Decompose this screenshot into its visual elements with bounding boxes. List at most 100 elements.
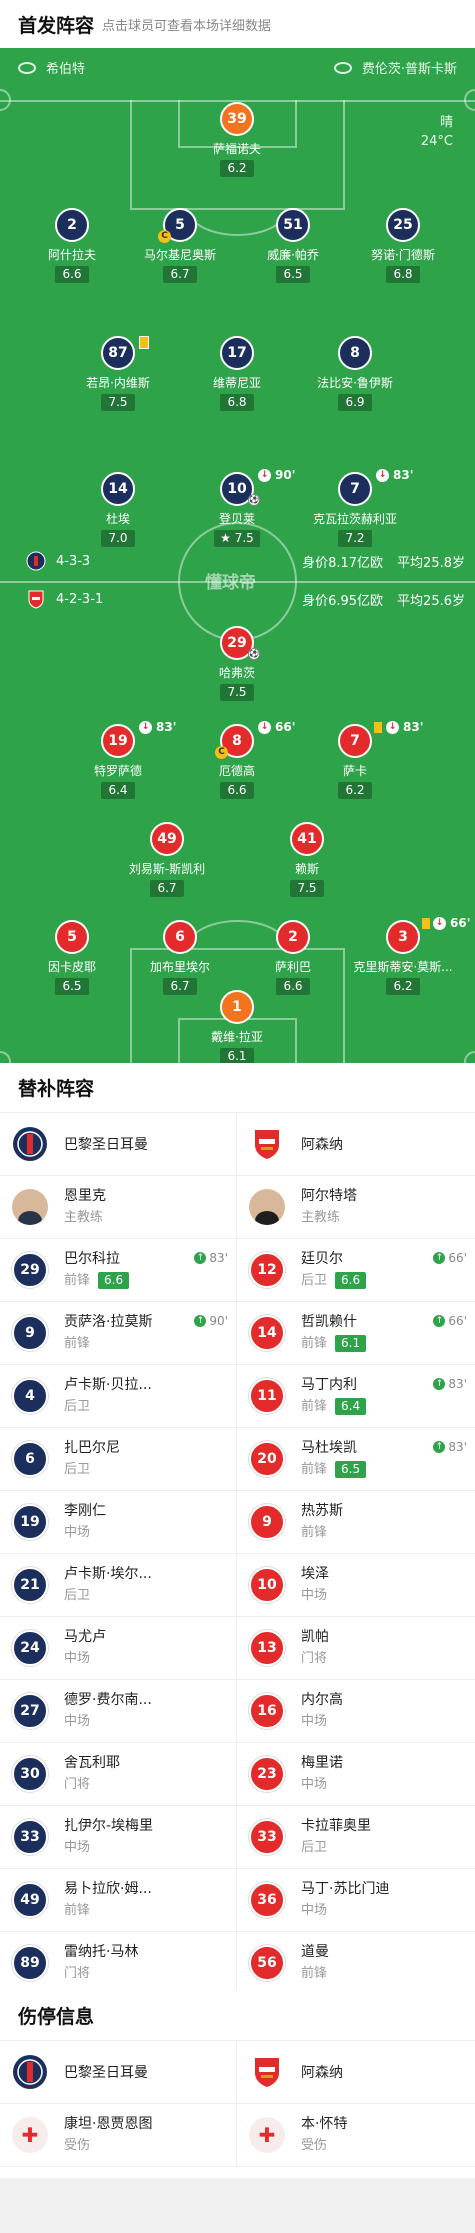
sub-player-row[interactable]: 12 廷贝尔 后卫 6.6 ↑ 66' (237, 1239, 475, 1302)
player-psg[interactable]: 25 努诺·门德斯 6.8 (343, 208, 463, 283)
sub-player-row[interactable]: 33 卡拉菲奥里 后卫 (237, 1806, 475, 1869)
sub-on-icon: ↑ (433, 1378, 446, 1390)
player-position: 中场 (301, 1714, 328, 1729)
jersey-number: 2 (276, 920, 310, 954)
sub-time: 90' (209, 1314, 228, 1328)
player-arsenal[interactable]: 6 加布里埃尔 6.7 (120, 920, 240, 995)
sub-player-row[interactable]: 33 扎伊尔-埃梅里 中场 (0, 1806, 236, 1869)
player-name: 扎巴尔尼 (64, 1440, 120, 1456)
sub-on-marker: ↑ 83' (433, 1377, 467, 1391)
player-name: 登贝莱 (218, 512, 255, 526)
sub-player-row[interactable]: 9 热苏斯 前锋 (237, 1491, 475, 1554)
sub-player-row[interactable]: 19 李刚仁 中场 (0, 1491, 236, 1554)
sub-player-row[interactable]: 4 卢卡斯·贝拉... 后卫 (0, 1365, 236, 1428)
medical-cross-icon: ✚ (12, 2117, 48, 2153)
player-position: 后卫 (64, 1399, 91, 1414)
sub-player-row[interactable]: 30 舍瓦利耶 门将 (0, 1743, 236, 1806)
player-psg-gk[interactable]: 39 萨福诺夫 6.2 (177, 102, 297, 177)
sub-on-icon: ↑ (433, 1441, 446, 1453)
player-rating: 6.5 (276, 266, 310, 283)
sub-player-row[interactable]: 11 马丁内利 前锋 6.4 ↑ 83' (237, 1365, 475, 1428)
player-arsenal[interactable]: 49 刘易斯-斯凯利 6.7 (107, 822, 227, 897)
player-name: 克里斯蒂安·莫斯... (353, 960, 453, 974)
player-psg[interactable]: 17 维蒂尼亚 6.8 (177, 336, 297, 411)
sub-player-row[interactable]: 36 马丁·苏比门迪 中场 (237, 1869, 475, 1932)
sub-player-row[interactable]: 29 巴尔科拉 前锋 6.6 ↑ 83' (0, 1239, 236, 1302)
sub-player-row[interactable]: 56 道曼 前锋 (237, 1932, 475, 1995)
footer-spacer (0, 2178, 475, 2233)
coach-row[interactable]: 阿尔特塔 主教练 (237, 1176, 475, 1239)
yellow-card-icon (422, 917, 430, 929)
player-arsenal[interactable]: 8C ↓ 66' 厄德高 6.6 (177, 720, 297, 799)
medical-cross-icon: ✚ (249, 2117, 285, 2153)
player-name: 马尔基尼奥斯 (143, 248, 216, 262)
injured-player-row[interactable]: ✚ 康坦·恩贾恩图 受伤 (0, 2104, 236, 2167)
team-row-arsenal[interactable]: 阿森纳 (237, 2041, 475, 2104)
jersey-number: 51 (276, 208, 310, 242)
player-psg[interactable]: 14 杜埃 7.0 (58, 472, 178, 547)
sub-player-row[interactable]: 21 卢卡斯·埃尔... 后卫 (0, 1554, 236, 1617)
coach-row[interactable]: 恩里克 主教练 (0, 1176, 236, 1239)
player-rating: 7.5 (290, 880, 324, 897)
sub-player-row[interactable]: 6 扎巴尔尼 后卫 (0, 1428, 236, 1491)
sub-on-marker: ↑ 90' (194, 1314, 228, 1328)
jersey-number: 13 (249, 1630, 285, 1666)
jersey-number: 24 (12, 1630, 48, 1666)
sub-player-row[interactable]: 20 马杜埃凯 前锋 6.5 ↑ 83' (237, 1428, 475, 1491)
player-name: 哈弗茨 (218, 666, 255, 680)
player-rating: 6.6 (55, 266, 89, 283)
player-psg[interactable]: 2 阿什拉夫 6.6 (12, 208, 132, 283)
player-psg[interactable]: 8 法比安·鲁伊斯 6.9 (295, 336, 415, 411)
sub-on-icon: ↑ (194, 1315, 207, 1327)
sub-player-row[interactable]: 27 德罗·费尔南... 中场 (0, 1680, 236, 1743)
player-arsenal[interactable]: 19 ↓ 83' 特罗萨德 6.4 (58, 720, 178, 799)
player-arsenal[interactable]: 41 赖斯 7.5 (247, 822, 367, 897)
home-stats: 身价8.17亿欧 平均25.8岁 (288, 552, 465, 571)
player-psg[interactable]: 5C 马尔基尼奥斯 6.7 (120, 208, 240, 283)
player-arsenal[interactable]: 29 ⚽ 哈弗茨 7.5 (177, 626, 297, 701)
player-arsenal[interactable]: 3 ↓ 66' 克里斯蒂安·莫斯... 6.2 (343, 916, 470, 995)
sub-on-icon: ↑ (433, 1315, 446, 1327)
player-psg[interactable]: 7 ↓ 83' 克瓦拉茨赫利亚 7.2 (295, 468, 415, 547)
player-rating: 6.2 (338, 782, 372, 799)
jersey-number: 27 (12, 1693, 48, 1729)
player-psg[interactable]: 87 若昂·内维斯 7.5 (58, 336, 178, 411)
sub-player-row[interactable]: 13 凯帕 门将 (237, 1617, 475, 1680)
player-name: 巴尔科拉 (64, 1251, 120, 1267)
injuries-column-psg: 巴黎圣日耳曼 ✚ 康坦·恩贾恩图 受伤 (0, 2041, 237, 2167)
subs-title: 替补阵容 (0, 1063, 475, 1113)
sub-player-row[interactable]: 49 易卜拉欣·姆... 前锋 (0, 1869, 236, 1932)
player-arsenal[interactable]: 2 萨利巴 6.6 (233, 920, 353, 995)
team-row-psg[interactable]: 巴黎圣日耳曼 (0, 1113, 236, 1176)
sub-player-row[interactable]: 10 埃泽 中场 (237, 1554, 475, 1617)
sub-player-row[interactable]: 24 马尤卢 中场 (0, 1617, 236, 1680)
player-arsenal[interactable]: 7 ↓ 83' 萨卡 6.2 (295, 720, 423, 799)
player-psg[interactable]: 10 ⚽ ↓ 90' 登贝莱 ★ 7.5 (177, 468, 297, 547)
player-position: 前锋 (64, 1903, 91, 1918)
jersey-number: 8 (338, 336, 372, 370)
team-row-psg[interactable]: 巴黎圣日耳曼 (0, 2041, 236, 2104)
psg-crest-icon (13, 1127, 47, 1161)
sub-player-row[interactable]: 9 贡萨洛·拉莫斯 前锋 ↑ 90' (0, 1302, 236, 1365)
player-name: 刘易斯-斯凯利 (128, 862, 206, 876)
player-psg[interactable]: 51 威廉·帕乔 6.5 (233, 208, 353, 283)
coach-role: 主教练 (64, 1210, 104, 1225)
sub-player-row[interactable]: 16 内尔高 中场 (237, 1680, 475, 1743)
team-name: 巴黎圣日耳曼 (64, 2065, 148, 2081)
injured-player-row[interactable]: ✚ 本·怀特 受伤 (237, 2104, 475, 2167)
player-rating: 6.8 (220, 394, 254, 411)
sub-player-row[interactable]: 14 哲凯赖什 前锋 6.1 ↑ 66' (237, 1302, 475, 1365)
sub-player-row[interactable]: 89 雷纳托·马林 门将 (0, 1932, 236, 1995)
team-row-arsenal[interactable]: 阿森纳 (237, 1113, 475, 1176)
jersey-number: 29 (12, 1252, 48, 1288)
sub-player-row[interactable]: 23 梅里诺 中场 (237, 1743, 475, 1806)
player-arsenal[interactable]: 5 因卡皮耶 6.5 (12, 920, 132, 995)
player-arsenal-gk[interactable]: 1 戴维·拉亚 6.1 (177, 990, 297, 1063)
sub-off-marker: ↓ 83' (374, 720, 436, 734)
away-value: 身价6.95亿欧 (302, 594, 384, 609)
yellow-card-icon (139, 336, 149, 349)
sub-off-marker: ↓ 83' (376, 468, 428, 482)
lineup-title: 首发阵容 (18, 14, 95, 37)
player-rating: 7.5 (220, 684, 254, 701)
sub-on-icon: ↑ (194, 1252, 207, 1264)
